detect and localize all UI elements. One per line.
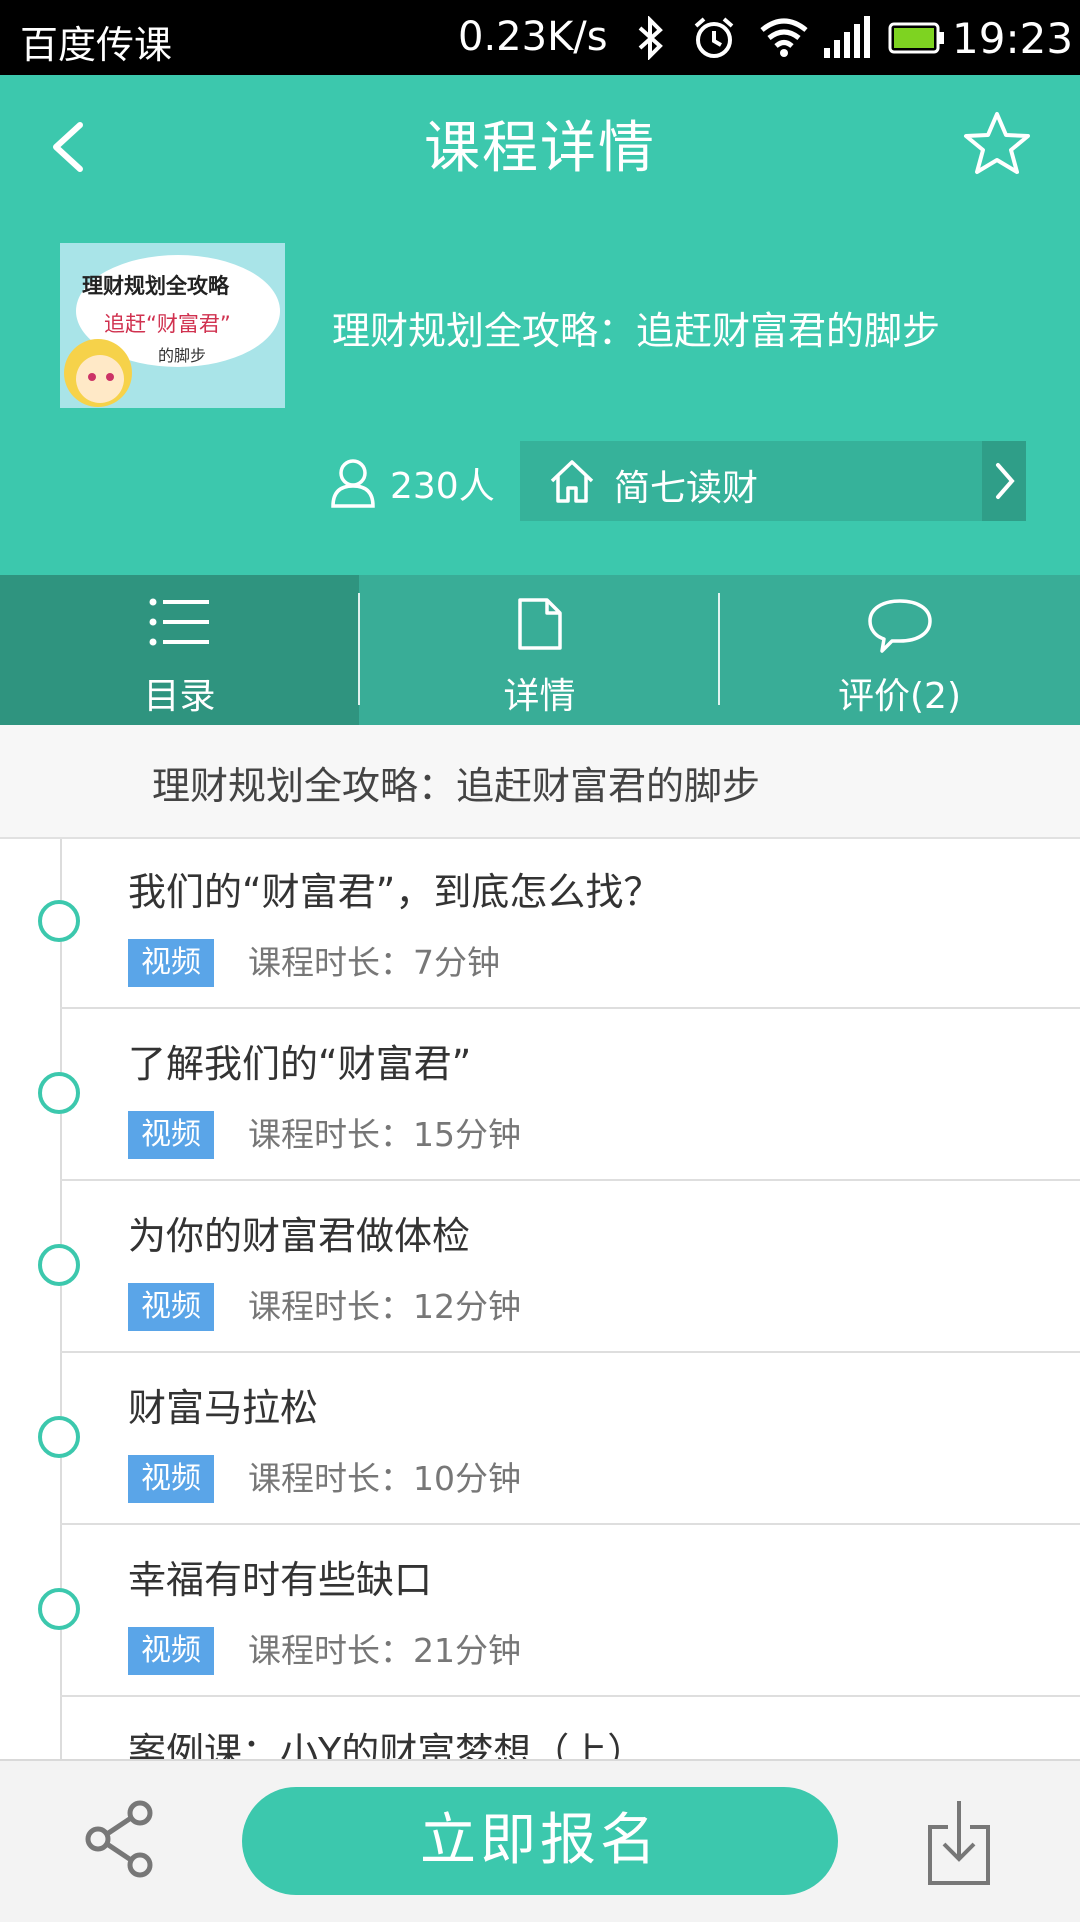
list-icon (149, 598, 209, 646)
learner-count: 230人 (330, 453, 495, 513)
row-divider (60, 1007, 1080, 1009)
lesson-duration: 课程时长：12分钟 (248, 1287, 521, 1326)
lesson-duration: 课程时长：15分钟 (248, 1115, 521, 1154)
tab-catalog[interactable]: 目录 (0, 575, 359, 725)
battery-icon (888, 22, 944, 54)
lesson-status-icon (38, 1072, 80, 1114)
lesson-title: 案例课：小Y的财富梦想（上） (128, 1730, 646, 1759)
bluetooth-icon (638, 16, 663, 60)
lesson-title: 为你的财富君做体检 (128, 1214, 471, 1258)
video-tag: 视频 (128, 1455, 214, 1503)
row-divider (60, 1523, 1080, 1525)
enroll-button[interactable]: 立即报名 (242, 1787, 838, 1895)
video-tag: 视频 (128, 1111, 214, 1159)
alarm-icon (694, 17, 734, 58)
home-icon (550, 460, 594, 503)
course-header: 课程详情 理财规划全攻略 追赶“财富君” 的脚步 理财规划全攻略：追赶财富君的脚… (0, 75, 1080, 575)
document-icon (517, 598, 562, 650)
learner-count-label: 230人 (390, 466, 495, 507)
org-arrow (982, 441, 1026, 521)
course-title: 理财规划全攻略：追赶财富君的脚步 (332, 309, 941, 353)
organization-name: 简七读财 (614, 468, 759, 509)
signal-icon (824, 16, 870, 58)
page-title: 课程详情 (424, 116, 656, 181)
lesson-status-icon (38, 1244, 80, 1286)
person-icon (331, 459, 375, 508)
status-bar: 百度传课 0.23K/s 19:23 (0, 0, 1080, 75)
comment-icon (867, 599, 932, 653)
cover-subtitle-text: 追赶“财富君” (104, 312, 231, 336)
tab-details-label: 详情 (503, 676, 576, 717)
download-button[interactable] (926, 1797, 992, 1891)
lesson-item[interactable]: 为你的财富君做体检 视频 课程时长：12分钟 (0, 1183, 1080, 1353)
lesson-item[interactable]: 案例课：小Y的财富梦想（上） (0, 1699, 1080, 1759)
lesson-item[interactable]: 财富马拉松 视频 课程时长：10分钟 (0, 1355, 1080, 1525)
lesson-title: 幸福有时有些缺口 (128, 1558, 433, 1602)
lesson-title: 了解我们的“财富君” (128, 1042, 472, 1086)
bottom-action-bar: 立即报名 (0, 1759, 1080, 1922)
tab-bar: 目录 详情 评价(2) (0, 575, 1080, 725)
download-icon (928, 1801, 990, 1885)
cover-title-text: 理财规划全攻略 (82, 274, 230, 298)
row-divider (60, 1179, 1080, 1181)
row-divider (60, 1351, 1080, 1353)
star-icon (964, 112, 1030, 174)
tab-catalog-label: 目录 (143, 676, 216, 717)
share-button[interactable] (82, 1799, 158, 1883)
video-tag: 视频 (128, 1627, 214, 1675)
clock: 19:23 (952, 14, 1074, 63)
chevron-right-icon (996, 463, 1015, 499)
lesson-item[interactable]: 了解我们的“财富君” 视频 课程时长：15分钟 (0, 1011, 1080, 1181)
favorite-button[interactable] (962, 109, 1032, 179)
video-tag: 视频 (128, 939, 214, 987)
wifi-icon (760, 18, 808, 57)
lesson-status-icon (38, 1588, 80, 1630)
lesson-list: 我们的“财富君”，到底怎么找？ 视频 课程时长：7分钟 了解我们的“财富君” 视… (0, 839, 1080, 1759)
cover-tail-text: 的脚步 (158, 346, 206, 365)
tab-reviews-label: 评价(2) (838, 676, 961, 717)
tab-reviews[interactable]: 评价(2) (720, 575, 1079, 725)
lesson-status-icon (38, 1416, 80, 1458)
lesson-duration: 课程时长：10分钟 (248, 1459, 521, 1498)
chapter-header: 理财规划全攻略：追赶财富君的脚步 (0, 725, 1080, 839)
chapter-title: 理财规划全攻略：追赶财富君的脚步 (152, 764, 761, 808)
lesson-item[interactable]: 我们的“财富君”，到底怎么找？ 视频 课程时长：7分钟 (0, 839, 1080, 1009)
share-icon (85, 1800, 153, 1878)
lesson-duration: 课程时长：7分钟 (248, 943, 500, 982)
lesson-title: 我们的“财富君”，到底怎么找？ (128, 870, 662, 914)
lesson-status-icon (38, 900, 80, 942)
lesson-title: 财富马拉松 (128, 1386, 319, 1430)
course-cover-image: 理财规划全攻略 追赶“财富君” 的脚步 (60, 243, 285, 408)
carrier-label: 百度传课 (20, 23, 173, 67)
video-tag: 视频 (128, 1283, 214, 1331)
tab-details[interactable]: 详情 (360, 575, 719, 725)
lesson-duration: 课程时长：21分钟 (248, 1631, 521, 1670)
organization-link[interactable]: 简七读财 (520, 441, 1026, 521)
network-speed: 0.23K/s (458, 14, 608, 60)
lesson-item[interactable]: 幸福有时有些缺口 视频 课程时长：21分钟 (0, 1527, 1080, 1697)
row-divider (60, 1695, 1080, 1697)
